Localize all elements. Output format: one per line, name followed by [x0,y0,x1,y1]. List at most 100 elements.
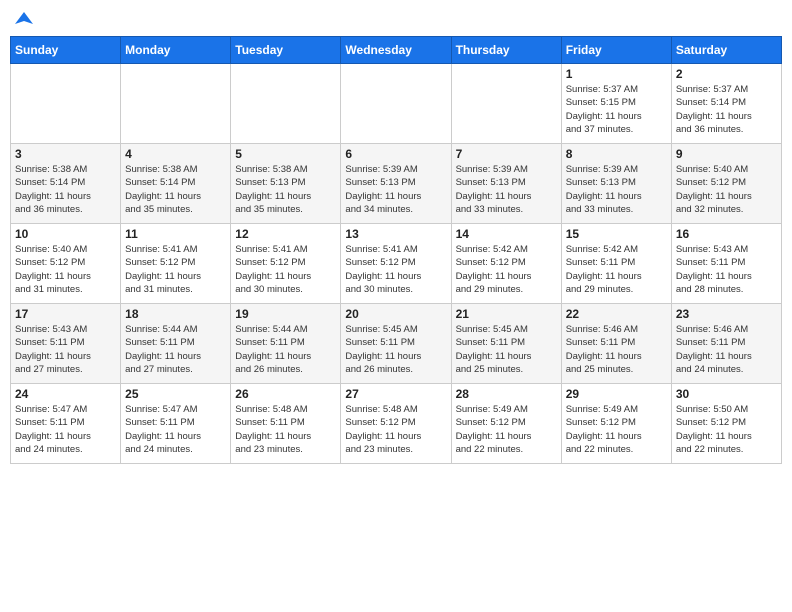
day-info: Sunrise: 5:42 AM Sunset: 5:12 PM Dayligh… [456,243,557,296]
day-number: 27 [345,387,446,401]
day-number: 2 [676,67,777,81]
day-info: Sunrise: 5:38 AM Sunset: 5:13 PM Dayligh… [235,163,336,216]
day-info: Sunrise: 5:42 AM Sunset: 5:11 PM Dayligh… [566,243,667,296]
calendar-cell: 28 Sunrise: 5:49 AM Sunset: 5:12 PM Dayli… [451,384,561,464]
page-header [10,10,782,28]
weekday-header-thursday: Thursday [451,37,561,64]
calendar-cell: 11 Sunrise: 5:41 AM Sunset: 5:12 PM Dayli… [121,224,231,304]
day-number: 23 [676,307,777,321]
logo-bird-icon [15,10,33,28]
calendar-cell: 2Sunrise: 5:37 AM Sunset: 5:14 PM Daylig… [671,64,781,144]
day-info: Sunrise: 5:39 AM Sunset: 5:13 PM Dayligh… [456,163,557,216]
calendar-cell: 18Sunrise: 5:44 AM Sunset: 5:11 PM Dayli… [121,304,231,384]
calendar-cell: 10 Sunrise: 5:40 AM Sunset: 5:12 PM Dayli… [11,224,121,304]
calendar-cell: 12Sunrise: 5:41 AM Sunset: 5:12 PM Dayli… [231,224,341,304]
day-info: Sunrise: 5:49 AM Sunset: 5:12 PM Dayligh… [456,403,557,456]
day-number: 3 [15,147,116,161]
day-number: 24 [15,387,116,401]
day-number: 12 [235,227,336,241]
calendar-cell: 19Sunrise: 5:44 AM Sunset: 5:11 PM Dayli… [231,304,341,384]
calendar-cell: 9 Sunrise: 5:40 AM Sunset: 5:12 PM Daylig… [671,144,781,224]
day-info: Sunrise: 5:50 AM Sunset: 5:12 PM Dayligh… [676,403,777,456]
calendar-cell: 4 Sunrise: 5:38 AM Sunset: 5:14 PM Daylig… [121,144,231,224]
weekday-header-sunday: Sunday [11,37,121,64]
calendar-cell: 15 Sunrise: 5:42 AM Sunset: 5:11 PM Dayli… [561,224,671,304]
day-number: 20 [345,307,446,321]
calendar-week-row: 10 Sunrise: 5:40 AM Sunset: 5:12 PM Dayli… [11,224,782,304]
day-info: Sunrise: 5:49 AM Sunset: 5:12 PM Dayligh… [566,403,667,456]
calendar-cell [121,64,231,144]
day-info: Sunrise: 5:38 AM Sunset: 5:14 PM Dayligh… [15,163,116,216]
day-info: Sunrise: 5:41 AM Sunset: 5:12 PM Dayligh… [125,243,226,296]
weekday-header-monday: Monday [121,37,231,64]
calendar-cell: 21 Sunrise: 5:45 AM Sunset: 5:11 PM Dayli… [451,304,561,384]
calendar-cell: 22 Sunrise: 5:46 AM Sunset: 5:11 PM Dayli… [561,304,671,384]
day-number: 25 [125,387,226,401]
day-info: Sunrise: 5:47 AM Sunset: 5:11 PM Dayligh… [15,403,116,456]
day-info: Sunrise: 5:41 AM Sunset: 5:12 PM Dayligh… [345,243,446,296]
day-number: 1 [566,67,667,81]
day-number: 4 [125,147,226,161]
calendar-cell: 17 Sunrise: 5:43 AM Sunset: 5:11 PM Dayli… [11,304,121,384]
weekday-header-friday: Friday [561,37,671,64]
weekday-header-row: SundayMondayTuesdayWednesdayThursdayFrid… [11,37,782,64]
calendar-cell: 8 Sunrise: 5:39 AM Sunset: 5:13 PM Daylig… [561,144,671,224]
calendar-cell: 24 Sunrise: 5:47 AM Sunset: 5:11 PM Dayli… [11,384,121,464]
day-info: Sunrise: 5:40 AM Sunset: 5:12 PM Dayligh… [15,243,116,296]
day-number: 7 [456,147,557,161]
day-number: 21 [456,307,557,321]
calendar-cell: 7 Sunrise: 5:39 AM Sunset: 5:13 PM Daylig… [451,144,561,224]
day-info: Sunrise: 5:44 AM Sunset: 5:11 PM Dayligh… [235,323,336,376]
day-number: 29 [566,387,667,401]
day-number: 5 [235,147,336,161]
day-number: 22 [566,307,667,321]
day-info: Sunrise: 5:39 AM Sunset: 5:13 PM Dayligh… [345,163,446,216]
day-info: Sunrise: 5:46 AM Sunset: 5:11 PM Dayligh… [566,323,667,376]
day-info: Sunrise: 5:45 AM Sunset: 5:11 PM Dayligh… [456,323,557,376]
calendar-cell: 3 Sunrise: 5:38 AM Sunset: 5:14 PM Daylig… [11,144,121,224]
calendar-cell: 13 Sunrise: 5:41 AM Sunset: 5:12 PM Dayli… [341,224,451,304]
day-number: 10 [15,227,116,241]
day-info: Sunrise: 5:47 AM Sunset: 5:11 PM Dayligh… [125,403,226,456]
weekday-header-saturday: Saturday [671,37,781,64]
day-info: Sunrise: 5:37 AM Sunset: 5:15 PM Dayligh… [566,83,667,136]
calendar-cell: 25 Sunrise: 5:47 AM Sunset: 5:11 PM Dayli… [121,384,231,464]
day-info: Sunrise: 5:43 AM Sunset: 5:11 PM Dayligh… [15,323,116,376]
calendar-cell: 6 Sunrise: 5:39 AM Sunset: 5:13 PM Daylig… [341,144,451,224]
calendar-table: SundayMondayTuesdayWednesdayThursdayFrid… [10,36,782,464]
calendar-cell [11,64,121,144]
day-number: 28 [456,387,557,401]
calendar-week-row: 1 Sunrise: 5:37 AM Sunset: 5:15 PM Daylig… [11,64,782,144]
day-number: 16 [676,227,777,241]
calendar-cell: 29 Sunrise: 5:49 AM Sunset: 5:12 PM Dayli… [561,384,671,464]
day-info: Sunrise: 5:43 AM Sunset: 5:11 PM Dayligh… [676,243,777,296]
calendar-cell: 23Sunrise: 5:46 AM Sunset: 5:11 PM Dayli… [671,304,781,384]
logo [14,10,33,28]
calendar-cell: 16 Sunrise: 5:43 AM Sunset: 5:11 PM Dayli… [671,224,781,304]
calendar-cell: 26 Sunrise: 5:48 AM Sunset: 5:11 PM Dayli… [231,384,341,464]
day-info: Sunrise: 5:48 AM Sunset: 5:11 PM Dayligh… [235,403,336,456]
calendar-cell: 20 Sunrise: 5:45 AM Sunset: 5:11 PM Dayli… [341,304,451,384]
day-info: Sunrise: 5:39 AM Sunset: 5:13 PM Dayligh… [566,163,667,216]
day-info: Sunrise: 5:38 AM Sunset: 5:14 PM Dayligh… [125,163,226,216]
calendar-week-row: 24 Sunrise: 5:47 AM Sunset: 5:11 PM Dayli… [11,384,782,464]
day-number: 18 [125,307,226,321]
day-number: 8 [566,147,667,161]
day-info: Sunrise: 5:40 AM Sunset: 5:12 PM Dayligh… [676,163,777,216]
day-number: 13 [345,227,446,241]
day-info: Sunrise: 5:48 AM Sunset: 5:12 PM Dayligh… [345,403,446,456]
calendar-cell: 27 Sunrise: 5:48 AM Sunset: 5:12 PM Dayli… [341,384,451,464]
calendar-cell [451,64,561,144]
day-info: Sunrise: 5:45 AM Sunset: 5:11 PM Dayligh… [345,323,446,376]
day-number: 15 [566,227,667,241]
day-number: 11 [125,227,226,241]
calendar-cell [341,64,451,144]
day-number: 26 [235,387,336,401]
calendar-cell: 1 Sunrise: 5:37 AM Sunset: 5:15 PM Daylig… [561,64,671,144]
calendar-cell: 5 Sunrise: 5:38 AM Sunset: 5:13 PM Daylig… [231,144,341,224]
day-number: 9 [676,147,777,161]
day-number: 6 [345,147,446,161]
day-number: 30 [676,387,777,401]
day-number: 17 [15,307,116,321]
calendar-cell: 30 Sunrise: 5:50 AM Sunset: 5:12 PM Dayli… [671,384,781,464]
